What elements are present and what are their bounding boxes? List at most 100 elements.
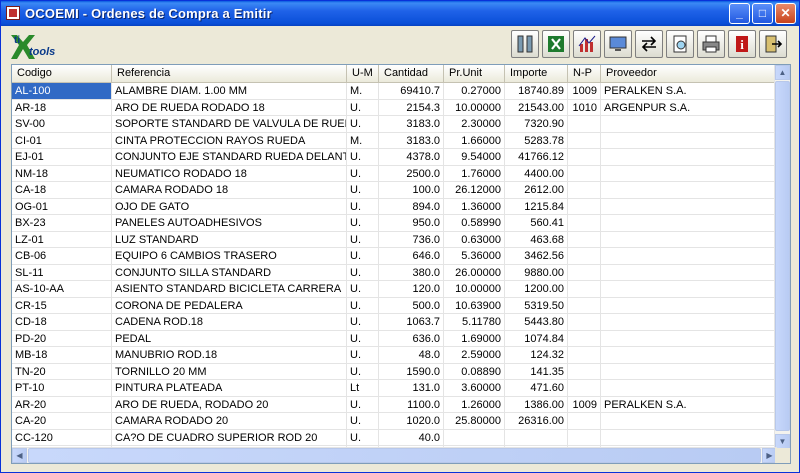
cell-codigo[interactable]: CA-20 bbox=[12, 413, 112, 430]
cell-proveedor[interactable] bbox=[601, 413, 777, 430]
cell-cantidad[interactable]: 2154.3 bbox=[379, 99, 444, 116]
cell-cantidad[interactable]: 131.0 bbox=[379, 380, 444, 397]
cell-referencia[interactable]: TORNILLO 20 MM bbox=[112, 363, 347, 380]
table-row[interactable]: BX-23 PANELES AUTOADHESIVOS U. 950.0 0.58990… bbox=[12, 215, 777, 232]
cell-referencia[interactable]: LUZ STANDARD bbox=[112, 231, 347, 248]
cell-um[interactable]: U. bbox=[347, 198, 379, 215]
cell-referencia[interactable]: PANELES AUTOADHESIVOS bbox=[112, 215, 347, 232]
cell-um[interactable]: U. bbox=[347, 264, 379, 281]
cell-cantidad[interactable]: 4378.0 bbox=[379, 149, 444, 166]
cell-prunit[interactable]: 0.27000 bbox=[444, 83, 505, 100]
cell-np[interactable] bbox=[568, 198, 601, 215]
cell-codigo[interactable]: CI-01 bbox=[12, 132, 112, 149]
cell-um[interactable]: U. bbox=[347, 347, 379, 364]
cell-referencia[interactable]: OJO DE GATO bbox=[112, 198, 347, 215]
cell-prunit[interactable]: 5.11780 bbox=[444, 314, 505, 331]
columns-button[interactable] bbox=[511, 30, 539, 58]
cell-importe[interactable]: 471.60 bbox=[505, 380, 568, 397]
cell-um[interactable]: U. bbox=[347, 182, 379, 199]
cell-np[interactable] bbox=[568, 248, 601, 265]
cell-referencia[interactable]: SOPORTE STANDARD DE VALVULA DE RUEDA bbox=[112, 116, 347, 133]
cell-prunit[interactable]: 5.36000 bbox=[444, 248, 505, 265]
cell-proveedor[interactable] bbox=[601, 330, 777, 347]
cell-referencia[interactable]: PEDAL bbox=[112, 330, 347, 347]
cell-np[interactable] bbox=[568, 132, 601, 149]
exit-button[interactable] bbox=[759, 30, 787, 58]
cell-proveedor[interactable] bbox=[601, 264, 777, 281]
cell-importe[interactable]: 18740.89 bbox=[505, 83, 568, 100]
header-col-referencia[interactable]: Referencia bbox=[112, 65, 347, 82]
table-row[interactable]: CC-120 CA?O DE CUADRO SUPERIOR ROD 20 U. 40… bbox=[12, 429, 777, 446]
cell-um[interactable]: U. bbox=[347, 116, 379, 133]
header-col-proveedor[interactable]: Proveedor bbox=[601, 65, 777, 82]
cell-codigo[interactable]: CA-18 bbox=[12, 182, 112, 199]
cell-proveedor[interactable]: PERALKEN S.A. bbox=[601, 83, 777, 100]
table-row[interactable]: CB-06 EQUIPO 6 CAMBIOS TRASERO U. 646.0 5.36… bbox=[12, 248, 777, 265]
cell-referencia[interactable]: MANUBRIO ROD.18 bbox=[112, 347, 347, 364]
cell-prunit[interactable]: 0.58990 bbox=[444, 215, 505, 232]
table-row[interactable]: AR-20 ARO DE RUEDA, RODADO 20 U. 1100.0 1.26… bbox=[12, 396, 777, 413]
cell-codigo[interactable]: CR-15 bbox=[12, 297, 112, 314]
table-row[interactable]: EJ-01 CONJUNTO EJE STANDARD RUEDA DELANTE… bbox=[12, 149, 777, 166]
cell-um[interactable]: U. bbox=[347, 215, 379, 232]
cell-proveedor[interactable] bbox=[601, 198, 777, 215]
table-row[interactable]: TN-20 TORNILLO 20 MM U. 1590.0 0.08890 141.35 bbox=[12, 363, 777, 380]
vertical-scrollbar[interactable]: ▲ ▼ bbox=[774, 65, 790, 449]
cell-um[interactable]: U. bbox=[347, 281, 379, 298]
header-col-importe[interactable]: Importe bbox=[505, 65, 568, 82]
vertical-scroll-thumb[interactable] bbox=[775, 81, 790, 431]
cell-np[interactable] bbox=[568, 297, 601, 314]
cell-cantidad[interactable]: 3183.0 bbox=[379, 116, 444, 133]
table-row[interactable]: CI-01 CINTA PROTECCION RAYOS RUEDA M. 3183.… bbox=[12, 132, 777, 149]
cell-prunit[interactable]: 3.60000 bbox=[444, 380, 505, 397]
cell-proveedor[interactable] bbox=[601, 380, 777, 397]
cell-importe[interactable]: 141.35 bbox=[505, 363, 568, 380]
cell-um[interactable]: U. bbox=[347, 330, 379, 347]
cell-um[interactable]: U. bbox=[347, 231, 379, 248]
cell-importe[interactable]: 3462.56 bbox=[505, 248, 568, 265]
maximize-button[interactable]: □ bbox=[752, 3, 773, 24]
swap-button[interactable] bbox=[635, 30, 663, 58]
cell-codigo[interactable]: TN-20 bbox=[12, 363, 112, 380]
cell-referencia[interactable]: ASIENTO STANDARD BICICLETA CARRERA bbox=[112, 281, 347, 298]
cell-proveedor[interactable] bbox=[601, 132, 777, 149]
cell-codigo[interactable]: LZ-01 bbox=[12, 231, 112, 248]
cell-codigo[interactable]: AL-100 bbox=[12, 83, 112, 100]
cell-cantidad[interactable]: 646.0 bbox=[379, 248, 444, 265]
minimize-button[interactable]: _ bbox=[729, 3, 750, 24]
header-col-um[interactable]: U-M bbox=[347, 65, 379, 82]
cell-referencia[interactable]: CONJUNTO EJE STANDARD RUEDA DELANTERA bbox=[112, 149, 347, 166]
cell-importe[interactable]: 5319.50 bbox=[505, 297, 568, 314]
cell-um[interactable]: M. bbox=[347, 132, 379, 149]
cell-codigo[interactable]: NM-18 bbox=[12, 165, 112, 182]
cell-codigo[interactable]: SL-11 bbox=[12, 264, 112, 281]
cell-proveedor[interactable] bbox=[601, 281, 777, 298]
cell-referencia[interactable]: ARO DE RUEDA RODADO 18 bbox=[112, 99, 347, 116]
cell-importe[interactable]: 560.41 bbox=[505, 215, 568, 232]
cell-proveedor[interactable] bbox=[601, 215, 777, 232]
cell-referencia[interactable]: CA?O DE CUADRO SUPERIOR ROD 20 bbox=[112, 429, 347, 446]
monitor-button[interactable] bbox=[604, 30, 632, 58]
cell-np[interactable] bbox=[568, 429, 601, 446]
cell-np[interactable] bbox=[568, 330, 601, 347]
cell-prunit[interactable] bbox=[444, 429, 505, 446]
cell-um[interactable]: U. bbox=[347, 297, 379, 314]
cell-um[interactable]: U. bbox=[347, 363, 379, 380]
table-row[interactable]: SV-00 SOPORTE STANDARD DE VALVULA DE RUED… bbox=[12, 116, 777, 133]
cell-prunit[interactable]: 0.08890 bbox=[444, 363, 505, 380]
cell-prunit[interactable]: 9.54000 bbox=[444, 149, 505, 166]
cell-cantidad[interactable]: 950.0 bbox=[379, 215, 444, 232]
chart-button[interactable] bbox=[573, 30, 601, 58]
cell-np[interactable] bbox=[568, 380, 601, 397]
cell-codigo[interactable]: PT-10 bbox=[12, 380, 112, 397]
header-col-prunit[interactable]: Pr.Unit bbox=[444, 65, 505, 82]
cell-um[interactable]: U. bbox=[347, 396, 379, 413]
cell-proveedor[interactable] bbox=[601, 182, 777, 199]
cell-np[interactable]: 1009 bbox=[568, 396, 601, 413]
cell-importe[interactable]: 41766.12 bbox=[505, 149, 568, 166]
info-button[interactable]: i bbox=[728, 30, 756, 58]
cell-codigo[interactable]: CB-06 bbox=[12, 248, 112, 265]
cell-proveedor[interactable] bbox=[601, 347, 777, 364]
cell-importe[interactable]: 1386.00 bbox=[505, 396, 568, 413]
cell-cantidad[interactable]: 736.0 bbox=[379, 231, 444, 248]
